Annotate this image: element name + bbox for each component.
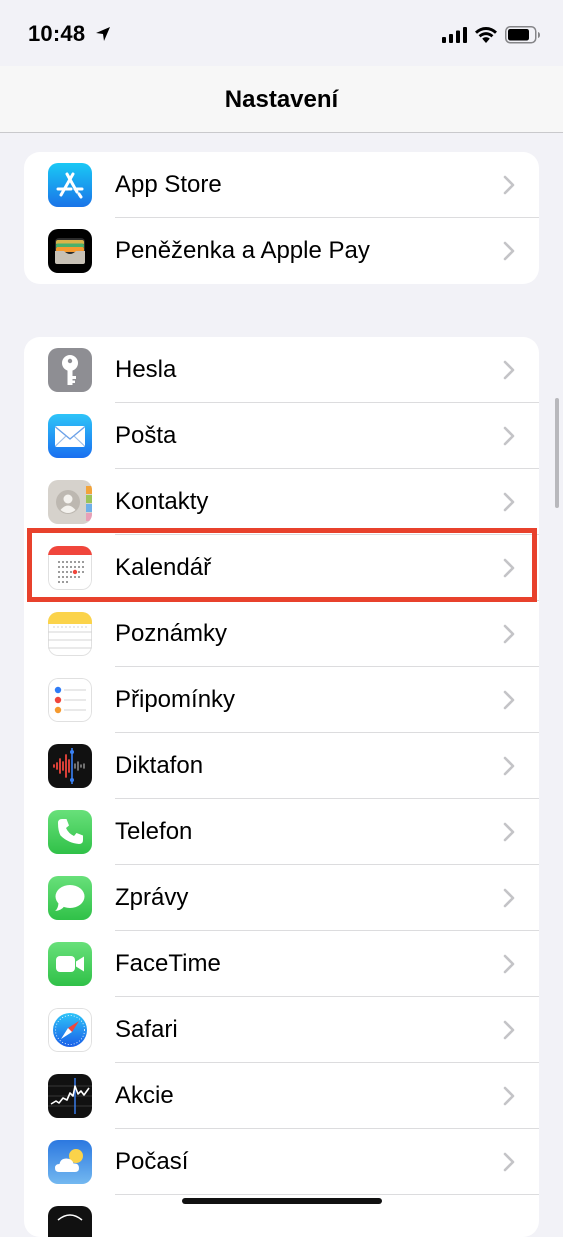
navigation-bar: Nastavení (0, 66, 563, 133)
chevron-right-icon (503, 558, 515, 578)
settings-row-messages[interactable]: Zprávy (24, 865, 539, 931)
settings-row-label: Kontakty (115, 488, 209, 515)
settings-row-passwords[interactable]: Hesla (24, 337, 539, 403)
settings-row-label: Připomínky (115, 686, 236, 713)
settings-row-weather[interactable]: Počasí (24, 1129, 539, 1195)
chevron-right-icon (503, 426, 515, 446)
settings-row-label: Safari (115, 1016, 178, 1043)
chevron-right-icon (503, 492, 515, 512)
settings-group-apps: Hesla Pošta Kontakty Kalendář Poznámky P… (24, 337, 539, 1237)
chevron-right-icon (503, 888, 515, 908)
settings-row-contacts[interactable]: Kontakty (24, 469, 539, 535)
settings-row-phone[interactable]: Telefon (24, 799, 539, 865)
settings-row-facetime[interactable]: FaceTime (24, 931, 539, 997)
chevron-right-icon (503, 1086, 515, 1106)
settings-row-calendar[interactable]: Kalendář (24, 535, 539, 601)
key-icon (48, 348, 92, 392)
weather-icon (48, 1140, 92, 1184)
reminders-icon (48, 678, 92, 722)
settings-row-label: App Store (115, 171, 222, 198)
settings-row-label: FaceTime (115, 950, 221, 977)
wallet-icon (48, 229, 92, 273)
messages-icon (48, 876, 92, 920)
settings-row-notes[interactable]: Poznámky (24, 601, 539, 667)
settings-row-stocks[interactable]: Akcie (24, 1063, 539, 1129)
settings-row-wallet[interactable]: Peněženka a Apple Pay (24, 218, 539, 284)
home-indicator[interactable] (182, 1198, 382, 1204)
chevron-right-icon (503, 241, 515, 261)
phone-icon (48, 810, 92, 854)
settings-row-safari[interactable]: Safari (24, 997, 539, 1063)
chevron-right-icon (503, 1020, 515, 1040)
voice-memos-icon (48, 744, 92, 788)
settings-row-label: Počasí (115, 1148, 189, 1175)
mail-icon (48, 414, 92, 458)
notes-icon (48, 612, 92, 656)
settings-row-app-store[interactable]: App Store (24, 152, 539, 218)
facetime-icon (48, 942, 92, 986)
settings-row-label: Zprávy (115, 884, 189, 911)
chevron-right-icon (503, 1152, 515, 1172)
settings-row-label: Kalendář (115, 554, 212, 581)
app-store-icon (48, 163, 92, 207)
battery-icon (505, 26, 540, 44)
stocks-icon (48, 1074, 92, 1118)
chevron-right-icon (503, 822, 515, 842)
settings-row-reminders[interactable]: Připomínky (24, 667, 539, 733)
chevron-right-icon (503, 690, 515, 710)
location-arrow-icon (96, 27, 110, 41)
settings-row-label: Pošta (115, 422, 177, 449)
settings-row-label: Peněženka a Apple Pay (115, 237, 370, 264)
translate-icon (48, 1206, 92, 1237)
settings-row-label: Akcie (115, 1082, 174, 1109)
settings-row-label: Hesla (115, 356, 177, 383)
status-bar: 10:48 (0, 0, 563, 66)
settings-row-label: Poznámky (115, 620, 228, 647)
chevron-right-icon (503, 624, 515, 644)
settings-group-store: App Store Peněženka a Apple Pay (24, 152, 539, 284)
chevron-right-icon (503, 360, 515, 380)
safari-icon (48, 1008, 92, 1052)
contacts-icon (48, 480, 92, 524)
settings-row-mail[interactable]: Pošta (24, 403, 539, 469)
cellular-signal-icon (442, 27, 467, 43)
calendar-icon (48, 546, 92, 590)
settings-row-label: Telefon (115, 818, 193, 845)
chevron-right-icon (503, 756, 515, 776)
status-time: 10:48 (28, 21, 86, 46)
wifi-icon (475, 27, 497, 43)
settings-row-label: Diktafon (115, 752, 204, 779)
settings-row-voice-memos[interactable]: Diktafon (24, 733, 539, 799)
chevron-right-icon (503, 175, 515, 195)
chevron-right-icon (503, 954, 515, 974)
scroll-indicator[interactable] (555, 398, 559, 508)
page-title: Nastavení (224, 86, 339, 113)
